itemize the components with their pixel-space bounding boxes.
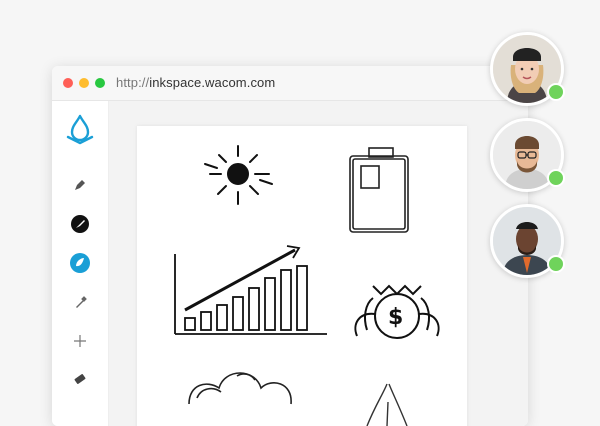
battery-sketch xyxy=(349,147,409,233)
inkspace-logo-icon[interactable] xyxy=(52,111,108,147)
collaborator-avatar-2[interactable] xyxy=(490,118,565,192)
sketch-drawing: $ xyxy=(174,145,440,426)
minimize-window-button[interactable] xyxy=(79,78,89,88)
address-bar[interactable]: http://inkspace.wacom.com xyxy=(116,76,275,90)
svg-text:$: $ xyxy=(388,305,403,330)
drawing-canvas-area: $ xyxy=(109,101,528,426)
title-bar: http://inkspace.wacom.com xyxy=(52,66,528,101)
ink-drop-icon[interactable] xyxy=(52,249,108,277)
move-icon[interactable] xyxy=(52,329,108,353)
online-status-indicator xyxy=(547,255,565,273)
money-bag-sketch: $ xyxy=(354,284,440,339)
drawing-page[interactable]: $ xyxy=(137,126,467,426)
brush-icon[interactable] xyxy=(52,211,108,237)
bar-chart-sketch xyxy=(174,245,327,335)
browser-window: http://inkspace.wacom.com $ xyxy=(52,66,528,426)
tool-sidebar xyxy=(52,101,109,426)
collaborator-avatar-3[interactable] xyxy=(490,204,565,278)
collaborator-avatar-1[interactable] xyxy=(490,32,565,106)
rocket-sketch xyxy=(366,383,408,426)
pen-nib-icon[interactable] xyxy=(52,173,108,197)
url-host: inkspace.wacom.com xyxy=(149,75,276,90)
online-status-indicator xyxy=(547,83,565,101)
maximize-window-button[interactable] xyxy=(95,78,105,88)
marker-icon[interactable] xyxy=(52,291,108,315)
close-window-button[interactable] xyxy=(63,78,73,88)
url-protocol: http:// xyxy=(116,75,150,90)
eraser-icon[interactable] xyxy=(52,367,108,391)
online-status-indicator xyxy=(547,169,565,187)
cloud-sketch xyxy=(188,372,292,405)
sun-sketch xyxy=(204,145,273,205)
